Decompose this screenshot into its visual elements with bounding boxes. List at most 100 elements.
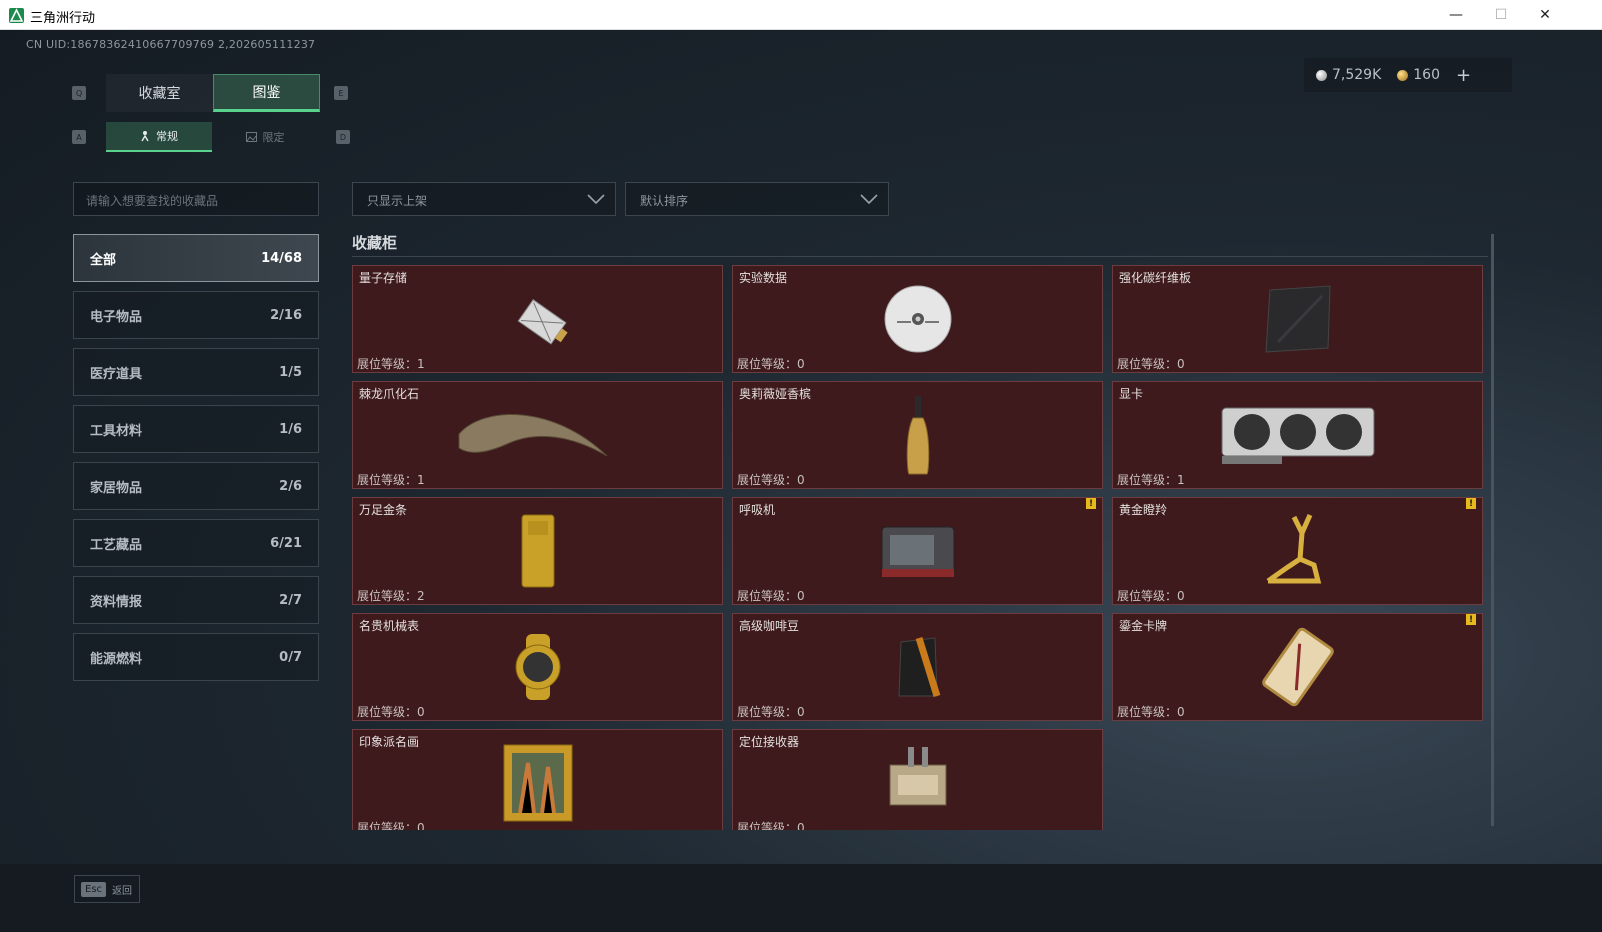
alert-badge: ! [1466,498,1476,509]
level-prefix: 展位等级： [737,357,798,371]
gold-coin-icon [1397,69,1409,81]
category-label: 医疗道具 [90,366,143,382]
scrollbar[interactable] [1491,234,1494,826]
category-label: 家居物品 [90,480,143,496]
level-value: 0 [1177,589,1185,603]
back-label: 返回 [112,885,133,897]
category-count: 6/21 [270,535,302,551]
collection-item-card[interactable]: 高级咖啡豆 展位等级：0 [732,613,1103,721]
category-count: 2/16 [270,307,302,323]
category-count: 2/6 [279,478,302,494]
receiver-icon [733,742,1102,824]
category-label: 全部 [90,252,117,268]
level-value: 0 [1177,357,1185,371]
subtab-regular[interactable]: 常规 [106,122,212,152]
collection-item-card[interactable]: 显卡 展位等级：1 [1112,381,1483,489]
back-button[interactable]: Esc 返回 [74,875,140,903]
app-logo-icon [9,8,24,23]
currency-panel: 7,529K 160 + [1304,58,1512,92]
painting-icon [353,742,722,824]
level-value: 0 [797,357,805,371]
category-label: 电子物品 [90,309,143,325]
level-prefix: 展位等级： [737,589,798,603]
sort-value: 默认排序 [640,194,689,208]
minimize-button[interactable]: — [1433,0,1479,30]
collection-item-card[interactable]: 强化碳纤维板 展位等级：0 [1112,265,1483,373]
chevron-down-icon [860,194,878,205]
section-title: 收藏柜 [352,234,398,252]
tab-collection-room[interactable]: 收藏室 [106,74,213,112]
level-value: 1 [417,357,425,371]
usb-drive-icon [353,278,722,360]
main-tabs: 收藏室 图鉴 [106,74,320,112]
item-display-level: 展位等级：1 [357,471,425,488]
collection-item-card[interactable]: 奥莉薇娅香槟 展位等级：0 [732,381,1103,489]
category-intel[interactable]: 资料情报 2/7 [73,576,319,624]
level-value: 0 [417,705,425,719]
key-hint-e: E [334,86,348,100]
level-prefix: 展位等级： [1117,357,1178,371]
item-display-level: 展位等级：0 [737,587,805,604]
maximize-button[interactable]: ☐ [1478,0,1524,30]
item-display-level: 展位等级：0 [357,819,425,830]
level-value: 1 [417,473,425,487]
level-prefix: 展位等级： [1117,589,1178,603]
collection-item-card[interactable]: 定位接收器 展位等级：0 [732,729,1103,830]
shelf-filter-dropdown[interactable]: 只显示上架 [352,182,616,216]
watch-icon [353,626,722,708]
collection-item-card[interactable]: 印象派名画 展位等级：0 [352,729,723,830]
category-electronics[interactable]: 电子物品 2/16 [73,291,319,339]
collection-item-card[interactable]: 黄金瞪羚 展位等级：0! [1112,497,1483,605]
window-titlebar: 三角洲行动 — ☐ ✕ [0,0,1602,30]
collection-item-card[interactable]: 名贵机械表 展位等级：0 [352,613,723,721]
level-prefix: 展位等级： [737,705,798,719]
level-value: 0 [797,589,805,603]
category-crafts[interactable]: 工艺藏品 6/21 [73,519,319,567]
collection-item-card[interactable]: 实验数据 展位等级：0 [732,265,1103,373]
level-prefix: 展位等级： [357,821,418,830]
add-currency-button[interactable]: + [1456,65,1471,86]
subtab-limited[interactable]: 限定 [212,122,318,152]
sort-dropdown[interactable]: 默认排序 [625,182,889,216]
gpu-icon [1113,394,1482,476]
item-display-level: 展位等级：0 [1117,587,1185,604]
silver-coin-icon [1316,69,1327,81]
sub-tabs: 常规 限定 [106,122,318,152]
item-display-level: 展位等级：0 [737,471,805,488]
item-display-level: 展位等级：0 [737,703,805,720]
category-count: 0/7 [279,649,302,665]
category-tools[interactable]: 工具材料 1/6 [73,405,319,453]
section-divider [352,256,1488,257]
ventilator-icon [733,510,1102,592]
level-prefix: 展位等级： [357,705,418,719]
subtab-regular-label: 常规 [156,130,178,143]
category-household[interactable]: 家居物品 2/6 [73,462,319,510]
category-medical[interactable]: 医疗道具 1/5 [73,348,319,396]
tab-catalog[interactable]: 图鉴 [213,74,320,112]
figure-icon [141,131,149,142]
category-count: 1/5 [279,364,302,380]
claw-fossil-icon [353,394,722,476]
champagne-icon [733,394,1102,476]
collection-item-card[interactable]: 鎏金卡牌 展位等级：0! [1112,613,1483,721]
level-value: 0 [797,473,805,487]
category-count: 1/6 [279,421,302,437]
category-energy[interactable]: 能源燃料 0/7 [73,633,319,681]
silver-currency: 7,529K [1316,67,1381,83]
collection-item-card[interactable]: 棘龙爪化石 展位等级：1 [352,381,723,489]
item-display-level: 展位等级：1 [1117,471,1185,488]
search-input[interactable]: 请输入想要查找的收藏品 [73,182,319,216]
item-grid-viewport: 量子存储 展位等级：1 实验数据 展位等级：0 强化碳纤维板 展位等级：0 棘龙爪化石 展位等… [352,265,1486,830]
gilded-card-icon [1113,626,1482,708]
category-count: 14/68 [261,250,302,266]
level-prefix: 展位等级： [357,589,418,603]
alert-badge: ! [1086,498,1096,509]
collection-item-card[interactable]: 呼吸机 展位等级：0! [732,497,1103,605]
esc-key: Esc [81,881,107,897]
collection-item-card[interactable]: 万足金条 展位等级：2 [352,497,723,605]
item-display-level: 展位等级：0 [1117,355,1185,372]
item-display-level: 展位等级：0 [357,703,425,720]
category-all[interactable]: 全部 14/68 [73,234,319,282]
close-button[interactable]: ✕ [1522,0,1568,30]
collection-item-card[interactable]: 量子存储 展位等级：1 [352,265,723,373]
